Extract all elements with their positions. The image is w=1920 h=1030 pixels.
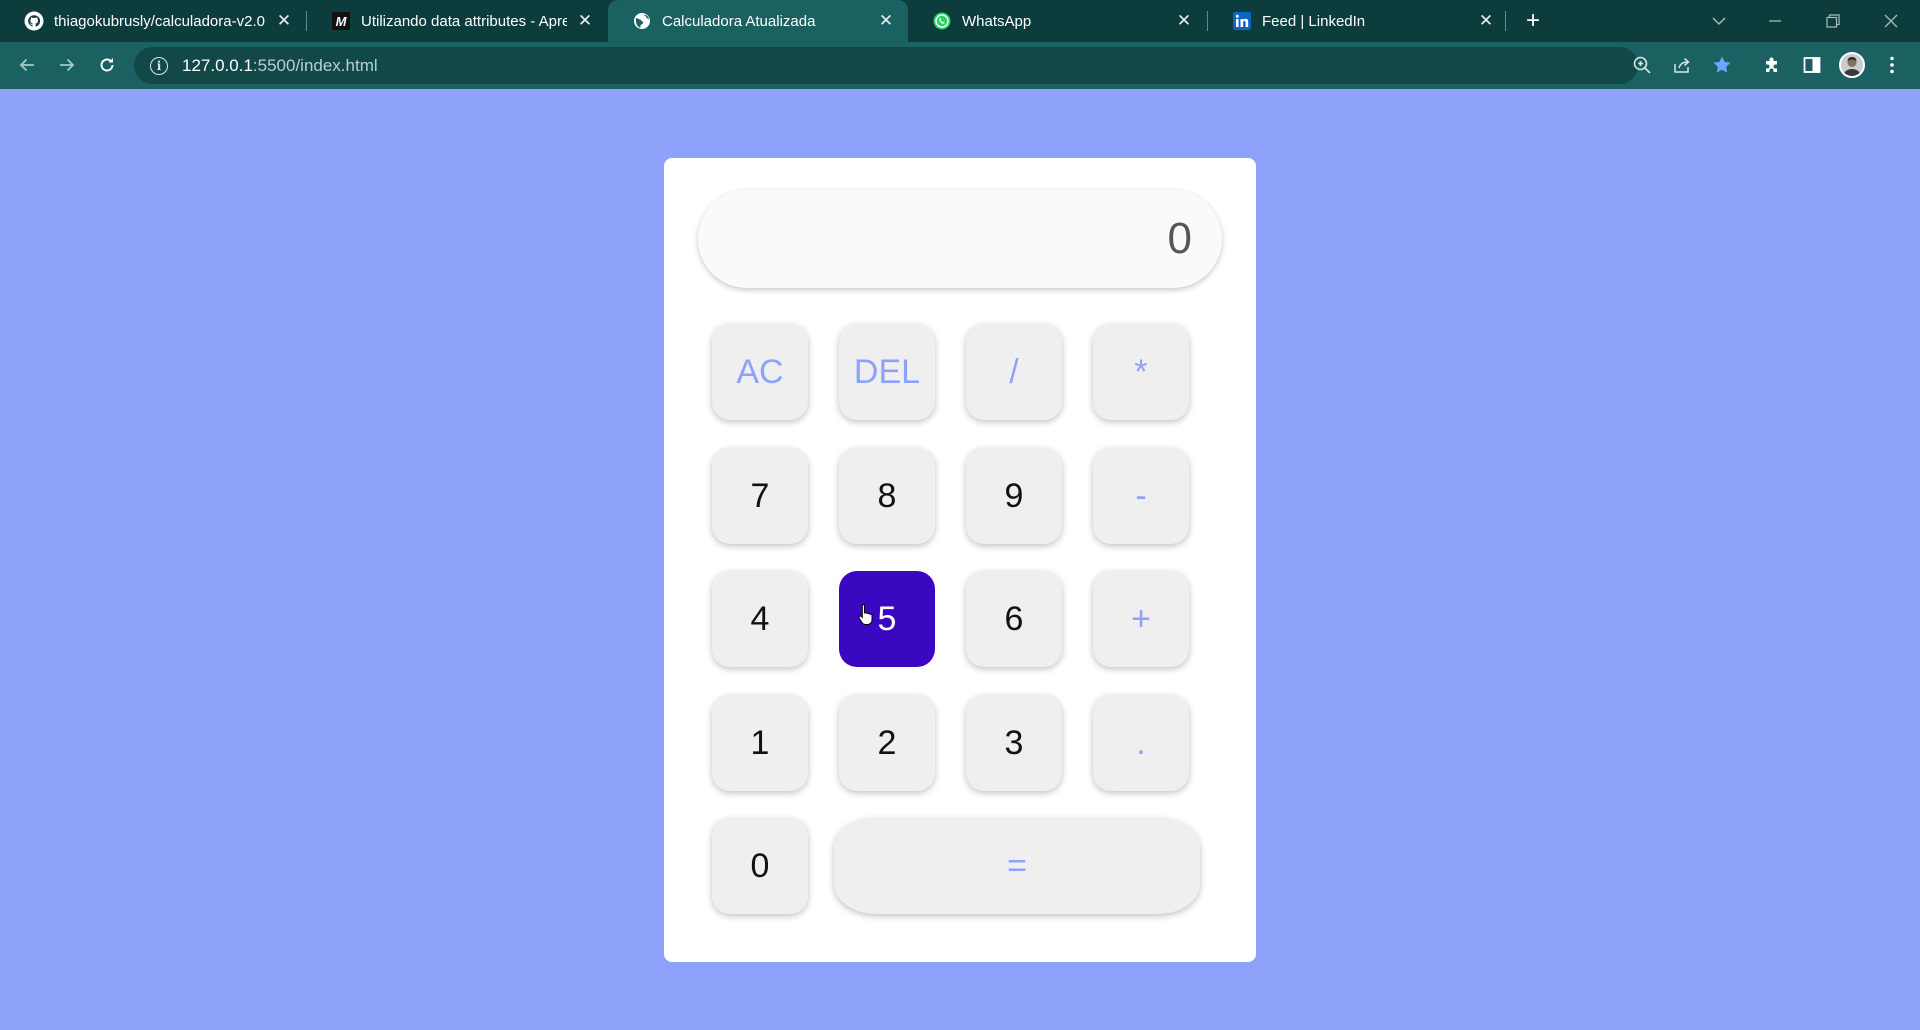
digit-6-button[interactable]: 6 (966, 571, 1062, 667)
site-info-icon[interactable]: i (150, 56, 168, 75)
share-icon[interactable] (1666, 49, 1698, 81)
bookmark-star-icon[interactable] (1706, 49, 1738, 81)
digit-9-button[interactable]: 9 (966, 448, 1062, 544)
back-icon[interactable] (11, 49, 43, 81)
digit-7-button[interactable]: 7 (712, 448, 808, 544)
github-icon (24, 11, 44, 31)
browser-toolbar: i 127.0.0.1:5500/index.html (0, 42, 1920, 89)
digit-4-button[interactable]: 4 (712, 571, 808, 667)
tab-calculadora[interactable]: Calculadora Atualizada ✕ (608, 0, 908, 42)
restore-icon[interactable] (1808, 0, 1858, 42)
close-icon[interactable]: ✕ (876, 11, 896, 31)
calculator-display: 0 (698, 190, 1222, 288)
close-icon[interactable]: ✕ (1476, 11, 1496, 31)
window-close-icon[interactable] (1866, 0, 1916, 42)
side-panel-icon[interactable] (1796, 49, 1828, 81)
tab-title: Calculadora Atualizada (662, 12, 816, 30)
tab-title: thiagokubrusly/calculadora-v2.0 (54, 12, 265, 30)
whatsapp-icon (932, 11, 952, 31)
digit-0-button[interactable]: 0 (712, 818, 808, 914)
tab-whatsapp[interactable]: WhatsApp ✕ (908, 0, 1206, 42)
profile-avatar[interactable] (1836, 49, 1868, 81)
globe-icon (632, 11, 652, 31)
digit-8-button[interactable]: 8 (839, 448, 935, 544)
reload-icon[interactable] (91, 49, 123, 81)
digit-3-button[interactable]: 3 (966, 695, 1062, 791)
close-icon[interactable]: ✕ (1174, 11, 1194, 31)
decimal-point-button[interactable]: . (1093, 695, 1189, 791)
calculator-card: 0 AC DEL / * 7 8 9 - 4 5 6 + 1 2 3 . 0 = (664, 158, 1256, 962)
multiply-button[interactable]: * (1093, 324, 1189, 420)
equals-button[interactable]: = (834, 818, 1200, 914)
tab-search-chevron-icon[interactable] (1694, 0, 1744, 42)
digit-5-button[interactable]: 5 (839, 571, 935, 667)
minimize-icon[interactable] (1750, 0, 1800, 42)
extensions-icon[interactable] (1756, 49, 1788, 81)
new-tab-button[interactable]: + (1518, 6, 1548, 36)
url-host: 127.0.0.1 (182, 55, 253, 75)
minus-button[interactable]: - (1093, 448, 1189, 544)
url-path: :5500/index.html (252, 55, 378, 75)
tab-title: WhatsApp (962, 12, 1032, 30)
delete-button[interactable]: DEL (839, 324, 935, 420)
clear-all-button[interactable]: AC (712, 324, 808, 420)
svg-text:M: M (336, 14, 348, 29)
medium-icon: M (331, 11, 351, 31)
tab-data-attributes[interactable]: M Utilizando data attributes - Aprender … (307, 0, 607, 42)
address-bar[interactable]: i 127.0.0.1:5500/index.html (134, 47, 1638, 84)
tab-title: Feed | LinkedIn (1262, 12, 1366, 30)
zoom-icon[interactable] (1626, 49, 1658, 81)
tab-strip: thiagokubrusly/calculadora-v2.0 ✕ M Util… (0, 0, 1920, 42)
avatar (1839, 52, 1865, 78)
close-icon[interactable]: ✕ (575, 11, 595, 31)
menu-kebab-icon[interactable] (1876, 49, 1908, 81)
plus-button[interactable]: + (1093, 571, 1189, 667)
tab-linkedin[interactable]: Feed | LinkedIn ✕ (1208, 0, 1508, 42)
digit-2-button[interactable]: 2 (839, 695, 935, 791)
forward-icon[interactable] (51, 49, 83, 81)
tab-github[interactable]: thiagokubrusly/calculadora-v2.0 ✕ (0, 0, 306, 42)
close-icon[interactable]: ✕ (274, 11, 294, 31)
linkedin-icon (1232, 11, 1252, 31)
digit-1-button[interactable]: 1 (712, 695, 808, 791)
tab-title: Utilizando data attributes - Aprender (361, 12, 567, 30)
tab-separator (1505, 11, 1506, 31)
divide-button[interactable]: / (966, 324, 1062, 420)
